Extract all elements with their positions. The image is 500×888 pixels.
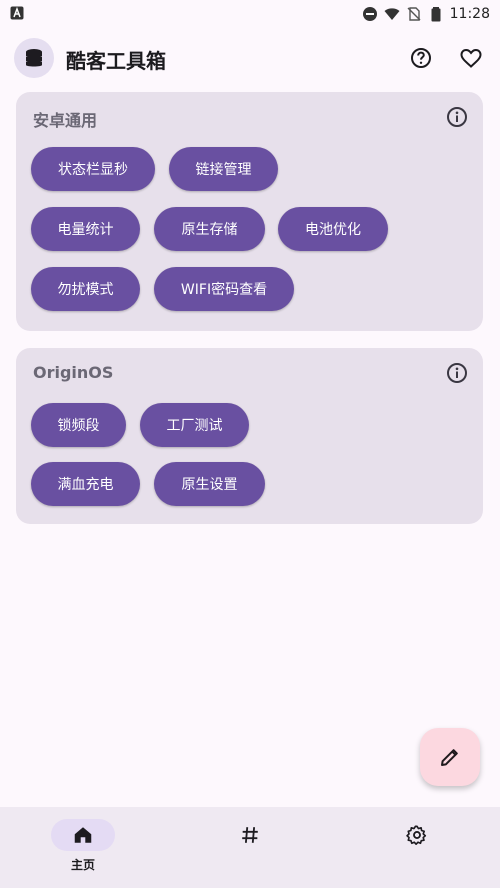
chip-battery-optimization[interactable]: 电池优化 xyxy=(278,207,388,251)
nav-indicator xyxy=(218,819,282,851)
chip-full-charge[interactable]: 满血充电 xyxy=(31,462,140,506)
section-info-button[interactable] xyxy=(445,105,469,129)
chip-native-settings[interactable]: 原生设置 xyxy=(154,462,265,506)
hash-icon xyxy=(242,827,258,843)
status-bar: 11:28 xyxy=(0,0,500,28)
no-sim-icon xyxy=(407,7,421,21)
info-icon xyxy=(447,107,467,127)
chip-wifi-password[interactable]: WIFI密码查看 xyxy=(154,267,294,311)
info-icon xyxy=(447,363,467,383)
section-info-button[interactable] xyxy=(445,361,469,385)
wifi-icon xyxy=(384,8,400,20)
chip-status-bar-seconds[interactable]: 状态栏显秒 xyxy=(31,147,155,191)
nav-item-tools[interactable] xyxy=(167,807,333,888)
home-icon xyxy=(74,827,92,843)
chip-native-storage[interactable]: 原生存储 xyxy=(154,207,265,251)
chip-power-stats[interactable]: 电量统计 xyxy=(31,207,140,251)
nav-active-indicator xyxy=(51,819,115,851)
chip-factory-test[interactable]: 工厂测试 xyxy=(140,403,249,447)
nav-indicator xyxy=(385,819,449,851)
edit-fab-button[interactable] xyxy=(420,728,480,786)
section-title: OriginOS xyxy=(33,363,114,382)
bottom-nav: 主页 xyxy=(0,807,500,888)
edit-pencil-icon xyxy=(441,749,458,766)
settings-gear-icon xyxy=(406,825,427,845)
notification-a-icon xyxy=(10,6,24,20)
nav-label-home: 主页 xyxy=(70,858,95,872)
help-button[interactable] xyxy=(407,44,435,72)
nav-item-settings[interactable] xyxy=(334,807,500,888)
section-card-android-general: 安卓通用 状态栏显秒 链接管理 电量统计 原生存储 电池优化 勿扰模式 WIFI… xyxy=(16,92,483,331)
section-title: 安卓通用 xyxy=(33,111,98,130)
chip-do-not-disturb[interactable]: 勿扰模式 xyxy=(31,267,140,311)
favorite-icon xyxy=(460,48,482,68)
favorite-button[interactable] xyxy=(457,44,485,72)
battery-icon xyxy=(431,7,441,22)
app-bar: 酷客工具箱 xyxy=(0,36,500,82)
app-title: 酷客工具箱 xyxy=(66,49,166,73)
dnd-icon xyxy=(362,7,377,21)
help-icon xyxy=(411,48,431,68)
status-icons: 11:28 xyxy=(362,4,490,24)
nav-item-home[interactable]: 主页 xyxy=(0,807,166,888)
chip-link-management[interactable]: 链接管理 xyxy=(169,147,278,191)
chip-lock-band[interactable]: 锁频段 xyxy=(31,403,126,447)
clock-time: 11:28 xyxy=(449,6,490,22)
section-card-originos: OriginOS 锁频段 工厂测试 满血充电 原生设置 xyxy=(16,348,483,524)
app-logo-icon xyxy=(14,38,54,78)
